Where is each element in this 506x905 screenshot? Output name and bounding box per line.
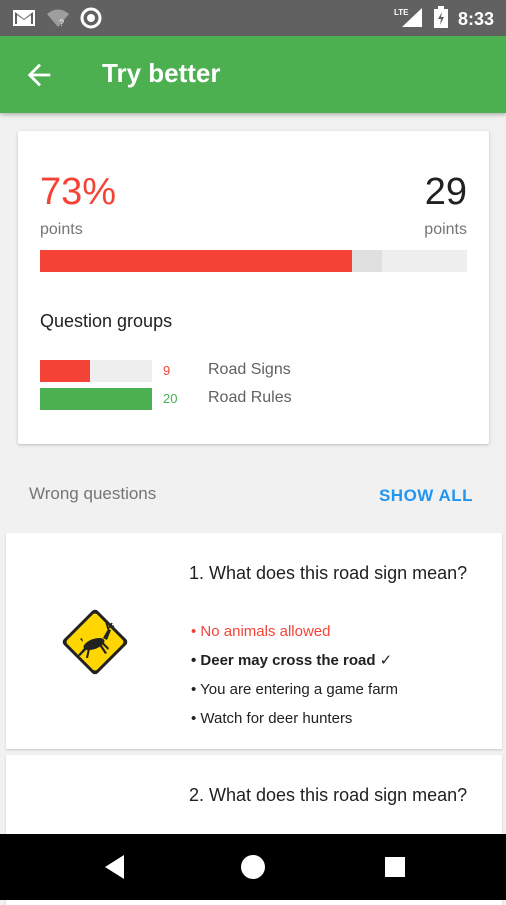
score-percent: 73% bbox=[40, 171, 117, 213]
group-progress-bar bbox=[40, 360, 152, 382]
group-count: 20 bbox=[163, 391, 178, 406]
arrow-left-icon bbox=[27, 63, 51, 87]
score-progress-fill bbox=[40, 250, 352, 272]
group-row-road-rules: 20 Road Rules bbox=[40, 388, 460, 410]
question-card[interactable]: 1. What does this road sign mean? • No a… bbox=[6, 533, 502, 749]
question-text: 1. What does this road sign mean? bbox=[189, 563, 468, 583]
square-recents-icon bbox=[385, 857, 405, 877]
nav-home-button[interactable] bbox=[238, 852, 268, 882]
score-card: 73% points 29 points Question groups 9 R… bbox=[18, 131, 489, 444]
group-count: 9 bbox=[163, 363, 171, 378]
page-title: Try better bbox=[102, 58, 221, 88]
answer-item: • Watch for deer hunters bbox=[191, 710, 353, 727]
status-bar: ? LTE 8:33 bbox=[0, 0, 506, 36]
group-progress-fill bbox=[40, 388, 152, 410]
gmail-icon bbox=[12, 8, 36, 33]
score-percent-label: points bbox=[40, 221, 83, 238]
score-points: 29 bbox=[424, 171, 467, 213]
score-points-label: points bbox=[424, 221, 467, 238]
app-bar: Try better bbox=[0, 36, 506, 113]
network-label: LTE bbox=[394, 8, 409, 17]
circle-home-icon bbox=[241, 855, 265, 879]
group-name: Road Rules bbox=[208, 389, 292, 406]
triangle-back-icon bbox=[105, 855, 124, 879]
answer-item: • Deer may cross the road ✓ bbox=[191, 652, 393, 669]
wifi-icon: ? bbox=[46, 8, 70, 33]
score-progress-bar bbox=[40, 250, 467, 272]
answer-item: • You are entering a game farm bbox=[191, 681, 399, 698]
question-groups-title: Question groups bbox=[40, 311, 173, 331]
nav-back-button[interactable] bbox=[100, 852, 130, 882]
show-all-button[interactable]: SHOW ALL bbox=[379, 486, 473, 506]
deer-crossing-sign-icon bbox=[58, 605, 132, 679]
group-name: Road Signs bbox=[208, 361, 291, 378]
wrong-questions-title: Wrong questions bbox=[29, 484, 157, 503]
group-row-road-signs: 9 Road Signs bbox=[40, 360, 460, 382]
answer-item: • No animals allowed bbox=[191, 623, 331, 640]
group-progress-fill bbox=[40, 360, 91, 382]
question-text: 2. What does this road sign mean? bbox=[189, 785, 468, 805]
nav-recents-button[interactable] bbox=[380, 852, 410, 882]
back-button[interactable] bbox=[22, 58, 56, 92]
battery-charging-icon bbox=[433, 6, 448, 33]
record-icon bbox=[80, 7, 102, 34]
svg-text:?: ? bbox=[59, 18, 64, 28]
status-time: 8:33 bbox=[457, 9, 494, 29]
navigation-bar bbox=[0, 834, 506, 900]
group-progress-bar bbox=[40, 388, 152, 410]
answer-list: • No animals allowed • Deer may cross th… bbox=[191, 617, 398, 733]
signal-icon: LTE bbox=[394, 6, 424, 33]
